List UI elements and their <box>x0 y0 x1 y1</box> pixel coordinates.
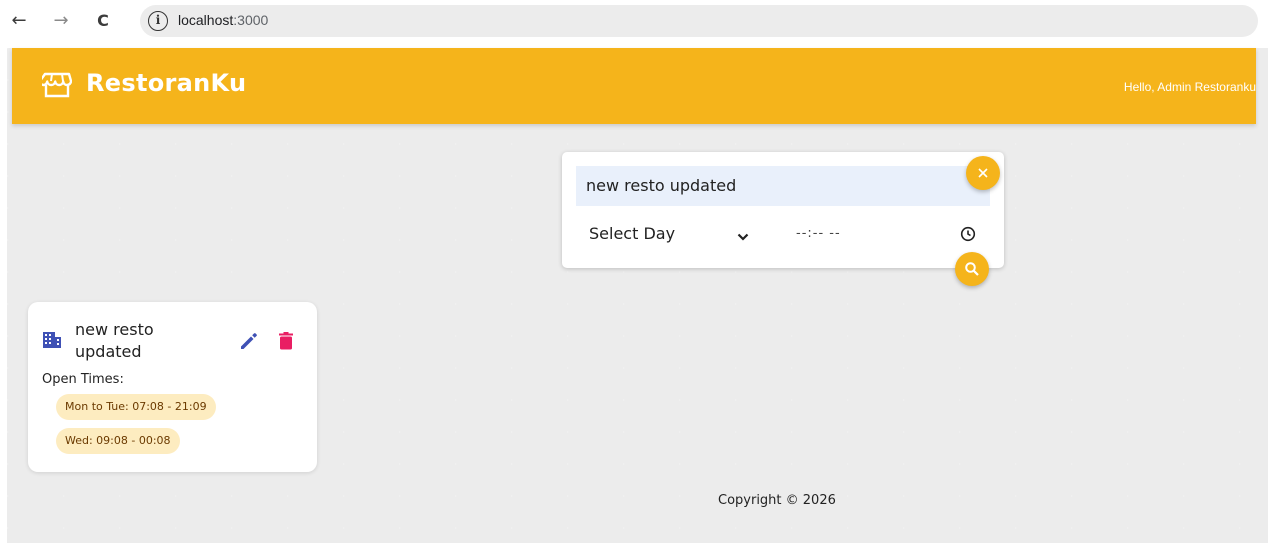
reload-icon[interactable]: C <box>92 10 114 32</box>
address-bar[interactable]: i localhost:3000 <box>140 5 1258 37</box>
user-greeting: Hello, Admin Restoranku <box>1123 80 1256 94</box>
open-time-chip: Wed: 09:08 - 00:08 <box>56 428 180 454</box>
restaurant-card: new resto updated Open Times: Mon to Tue… <box>28 302 317 472</box>
day-select-value: Select Day <box>589 224 676 243</box>
browser-toolbar: ← → C i localhost:3000 <box>0 0 1268 48</box>
url-text: localhost:3000 <box>178 12 268 28</box>
edit-icon[interactable] <box>238 330 260 352</box>
building-icon <box>43 332 61 348</box>
restaurant-name-input[interactable]: new resto updated <box>576 166 990 206</box>
url-host: localhost <box>178 12 234 28</box>
url-port: :3000 <box>233 12 269 28</box>
search-icon <box>965 262 979 276</box>
clear-search-button[interactable] <box>966 156 1000 190</box>
search-button[interactable] <box>955 252 989 286</box>
back-arrow-icon[interactable]: ← <box>8 10 30 32</box>
footer-copyright: Copyright © 2026 <box>718 493 836 508</box>
forward-arrow-icon[interactable]: → <box>50 10 72 32</box>
delete-icon[interactable] <box>276 330 296 352</box>
brand-title[interactable]: RestoranKu <box>86 69 246 97</box>
close-icon <box>978 168 988 178</box>
search-card: new resto updated Select Day --:-- -- <box>562 152 1004 286</box>
clock-icon[interactable] <box>960 226 976 242</box>
chevron-down-icon <box>737 233 749 241</box>
store-icon <box>42 72 72 98</box>
app-bar: RestoranKu Hello, Admin Restoranku <box>12 48 1256 124</box>
time-input[interactable]: --:-- -- <box>796 226 841 241</box>
open-time-chip: Mon to Tue: 07:08 - 21:09 <box>56 394 216 420</box>
site-info-icon[interactable]: i <box>148 11 168 31</box>
restaurant-name: new resto updated <box>75 320 154 361</box>
day-select[interactable]: Select Day <box>589 224 749 248</box>
app-background: RestoranKu Hello, Admin Restoranku new r… <box>7 48 1268 543</box>
open-times-label: Open Times: <box>42 372 124 387</box>
